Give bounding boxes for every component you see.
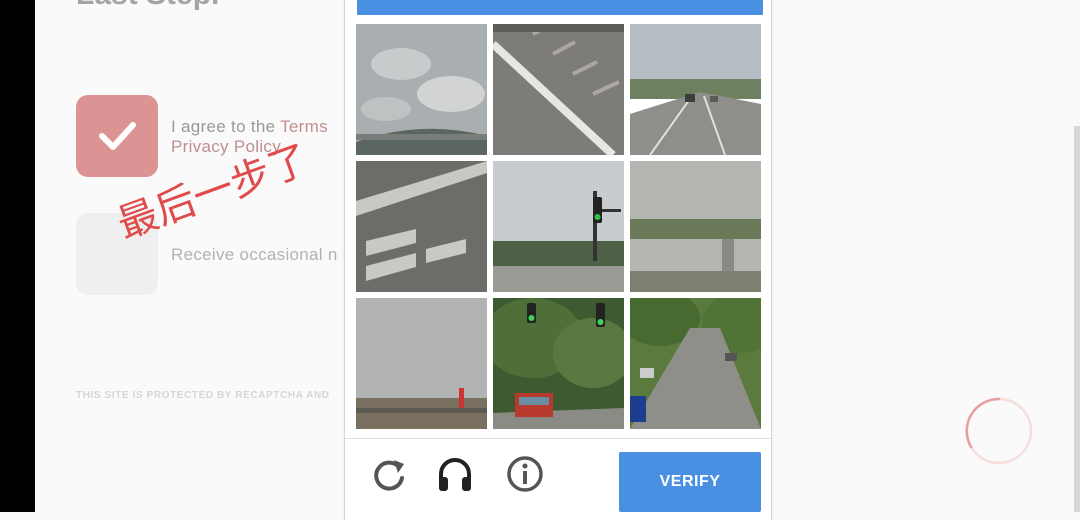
loading-spinner-icon — [965, 397, 1033, 465]
reload-icon[interactable] — [369, 454, 409, 494]
challenge-header — [357, 0, 763, 15]
recaptcha-challenge: VERIFY — [344, 0, 772, 520]
image-tile[interactable] — [493, 24, 624, 155]
agree-terms-checkbox[interactable] — [76, 95, 158, 177]
checkmark-icon — [99, 122, 136, 150]
image-tile[interactable] — [493, 298, 624, 429]
scrollbar[interactable] — [1074, 126, 1080, 512]
image-tile[interactable] — [630, 161, 761, 292]
image-tile[interactable] — [356, 24, 487, 155]
footer-divider — [345, 438, 771, 439]
image-tile[interactable] — [493, 161, 624, 292]
headphones-icon[interactable] — [435, 454, 475, 494]
verify-button[interactable]: VERIFY — [619, 452, 761, 512]
page-heading: Last Step. — [76, 0, 219, 12]
newsletter-label: Receive occasional n — [171, 245, 338, 264]
image-tile[interactable] — [356, 161, 487, 292]
image-tile[interactable] — [630, 298, 761, 429]
left-edge-bar — [0, 0, 35, 512]
info-icon[interactable] — [505, 454, 545, 494]
image-tile[interactable] — [630, 24, 761, 155]
image-grid — [356, 24, 761, 429]
recaptcha-notice: THIS SITE IS PROTECTED BY RECAPTCHA AND — [76, 390, 330, 401]
agree-prefix: I agree to the — [171, 117, 281, 136]
image-tile[interactable] — [356, 298, 487, 429]
